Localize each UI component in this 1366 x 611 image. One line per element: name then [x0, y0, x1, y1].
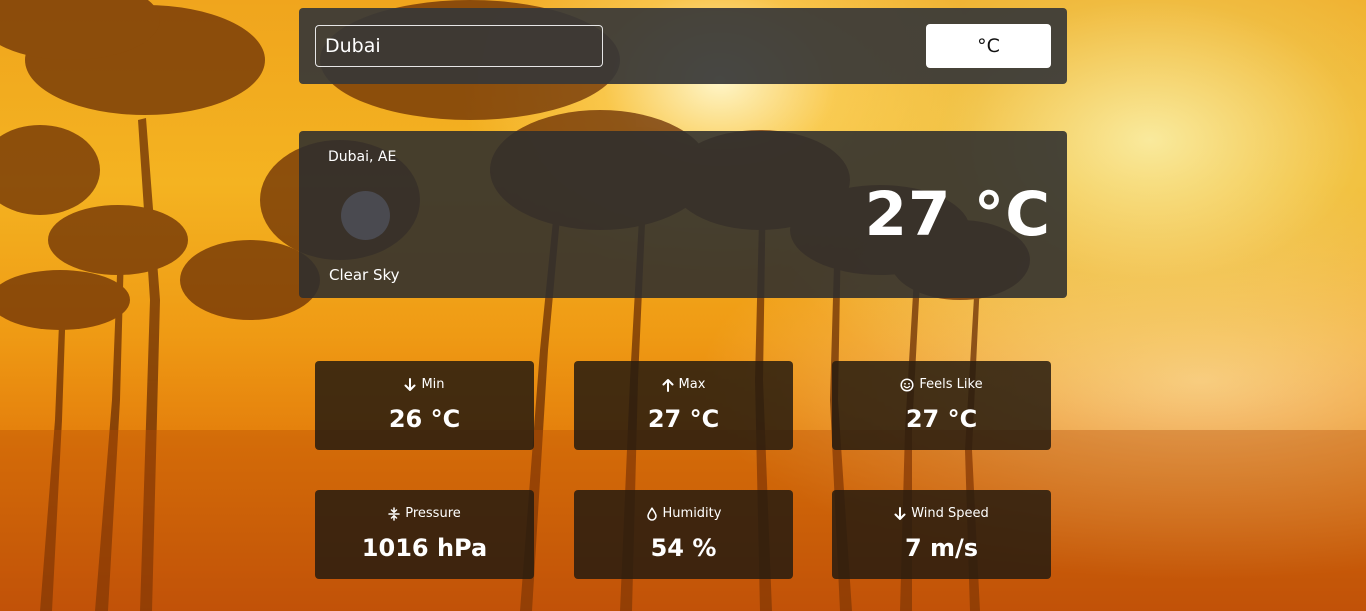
stat-value-humidity: 54 % — [650, 534, 717, 562]
search-bar: °C — [299, 8, 1067, 84]
unit-toggle-button[interactable]: °C — [926, 24, 1051, 68]
city-search-input[interactable] — [315, 25, 603, 67]
stat-card-min: Min 26 °C — [315, 361, 534, 450]
stat-value-min: 26 °C — [388, 405, 461, 433]
stat-card-max: Max 27 °C — [574, 361, 793, 450]
arrow-up-icon — [662, 378, 674, 392]
stat-value-wind-speed: 7 m/s — [904, 534, 979, 562]
arrow-down-icon — [404, 377, 416, 391]
stat-label-min: Min — [421, 377, 445, 392]
stat-label-max: Max — [678, 377, 706, 392]
droplet-icon — [646, 506, 657, 521]
stat-label-humidity: Humidity — [662, 506, 722, 521]
current-temperature: 27 °C — [864, 179, 1051, 250]
stat-card-pressure: Pressure 1016 hPa — [315, 490, 534, 579]
pressure-icon — [388, 506, 400, 521]
stat-card-humidity: Humidity 54 % — [574, 490, 793, 579]
location-label: Dubai, AE — [328, 149, 397, 165]
condition-label: Clear Sky — [329, 266, 400, 284]
stat-label-pressure: Pressure — [405, 506, 461, 521]
weather-icon — [341, 191, 390, 240]
stat-label-wind-speed: Wind Speed — [911, 506, 989, 521]
stat-value-max: 27 °C — [647, 405, 720, 433]
stat-value-feels-like: 27 °C — [905, 405, 978, 433]
smile-icon — [900, 377, 914, 392]
stat-label-feels-like: Feels Like — [919, 377, 983, 392]
arrow-down-icon — [894, 506, 906, 520]
current-weather-card: Dubai, AE Clear Sky 27 °C — [299, 131, 1067, 298]
stat-card-feels-like: Feels Like 27 °C — [832, 361, 1051, 450]
stat-value-pressure: 1016 hPa — [361, 534, 488, 562]
stat-card-wind-speed: Wind Speed 7 m/s — [832, 490, 1051, 579]
